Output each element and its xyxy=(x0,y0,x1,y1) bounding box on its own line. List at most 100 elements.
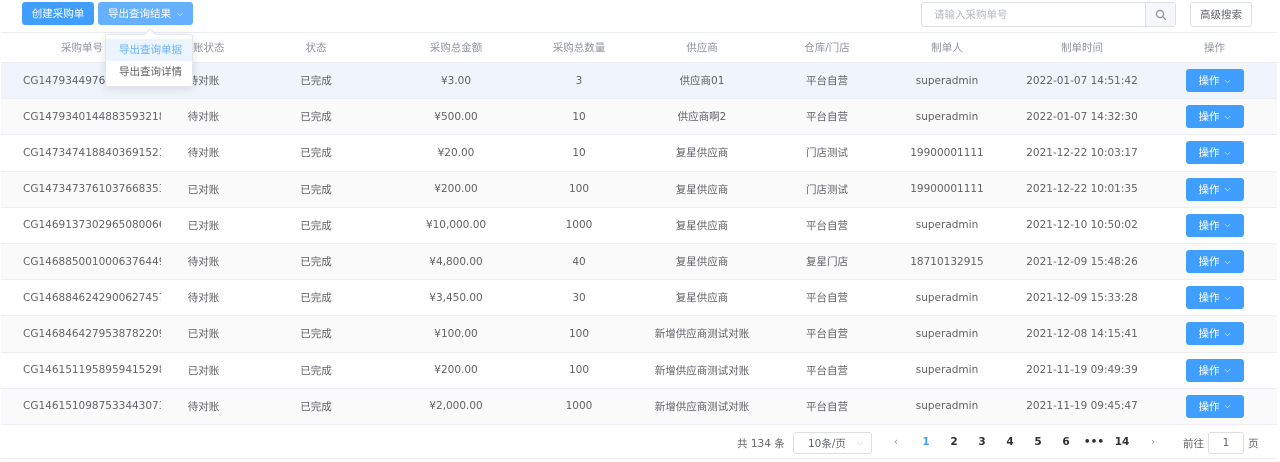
row-action-button[interactable]: 操作 ⌵ xyxy=(1185,105,1244,129)
row-action-button[interactable]: 操作 ⌵ xyxy=(1185,394,1244,418)
cell-supplier: 新增供应商测试对账 xyxy=(654,328,750,341)
create-purchase-order-button[interactable]: 创建采购单 xyxy=(22,2,94,25)
cell-create-time: 2021-12-10 10:50:02 xyxy=(1026,219,1138,232)
cell-total-amount: ¥200.00 xyxy=(434,364,478,377)
row-action-button[interactable]: 操作 ⌵ xyxy=(1185,322,1244,346)
cell-total-quantity: 1000 xyxy=(565,400,593,413)
chevron-down-icon: ⌵ xyxy=(1224,75,1231,85)
cell-reconcile-status: 待对账 xyxy=(187,256,220,269)
cell-reconcile-status: 待对账 xyxy=(187,111,220,124)
cell-actions: 操作 ⌵ xyxy=(1152,172,1277,207)
cell-warehouse-store: 平台自营 xyxy=(806,292,848,305)
page-6[interactable]: 6 xyxy=(1054,436,1078,448)
export-dropdown-menu: 导出查询单据 导出查询详情 xyxy=(105,28,193,87)
page-14[interactable]: 14 xyxy=(1110,436,1134,448)
cell-total-amount: ¥3,450.00 xyxy=(429,291,483,304)
cell-total-amount: ¥500.00 xyxy=(434,110,478,123)
cell-warehouse-store: 平台自营 xyxy=(806,75,848,88)
prev-page-button[interactable]: ‹ xyxy=(884,436,908,448)
cell-order-no: CG1479340144883593218 xyxy=(23,110,161,123)
search-input[interactable] xyxy=(922,3,1145,26)
cell-supplier: 复星供应商 xyxy=(675,219,729,232)
row-action-button[interactable]: 操作 ⌵ xyxy=(1185,69,1244,93)
row-action-button[interactable]: 操作 ⌵ xyxy=(1185,177,1244,201)
table-row[interactable]: CG1461510987533443073 待对账 已完成 ¥2,000.00 1000… xyxy=(1,388,1277,425)
header-total-quantity: 采购总数量 xyxy=(552,42,606,54)
cell-reconcile-status: 待对账 xyxy=(187,147,220,160)
cell-supplier: 供应商01 xyxy=(679,75,725,88)
row-action-label: 操作 xyxy=(1198,364,1220,377)
table-row[interactable]: CG1473473761037668353 已对账 已完成 ¥200.00 100 复星供… xyxy=(1,171,1277,208)
cell-total-quantity: 30 xyxy=(572,291,586,304)
row-action-button[interactable]: 操作 ⌵ xyxy=(1185,358,1244,382)
header-actions: 操作 xyxy=(1204,42,1225,54)
page-5[interactable]: 5 xyxy=(1026,436,1050,448)
table-row[interactable]: CG1473474188403691521 待对账 已完成 ¥20.00 10 复星供应商… xyxy=(1,135,1277,172)
chevron-down-icon: ⌵ xyxy=(1224,328,1231,338)
cell-supplier: 新增供应商测试对账 xyxy=(654,364,750,377)
row-action-button[interactable]: 操作 ⌵ xyxy=(1185,141,1244,165)
cell-order-no: CG1473474188403691521 xyxy=(23,146,161,159)
total-count: 共 134 条 xyxy=(737,438,785,450)
cell-actions: 操作 ⌵ xyxy=(1152,63,1277,98)
row-action-label: 操作 xyxy=(1198,292,1220,305)
cell-total-quantity: 10 xyxy=(572,146,586,159)
cell-warehouse-store: 复星门店 xyxy=(806,256,848,269)
cell-reconcile-status: 待对账 xyxy=(187,292,220,305)
row-action-label: 操作 xyxy=(1198,256,1220,269)
goto-unit: 页 xyxy=(1248,438,1259,450)
table-row[interactable]: CG1468846242900627457 待对账 已完成 ¥3,450.00 30 复星… xyxy=(1,280,1277,317)
table-row[interactable]: CG1461511958959415298 已对账 已完成 ¥200.00 100 新增供… xyxy=(1,353,1277,389)
table-row[interactable]: CG1479340144883593218 待对账 已完成 ¥500.00 10 供应商啊… xyxy=(1,99,1277,136)
cell-order-no: CG1468846242900627457 xyxy=(23,291,161,304)
next-page-button[interactable]: › xyxy=(1141,436,1165,448)
cell-status: 已完成 xyxy=(300,183,332,196)
chevron-down-icon: ⌵ xyxy=(1224,292,1231,302)
table-row[interactable]: CG1468850010006376449 待对账 已完成 ¥4,800.00 40 复星… xyxy=(1,243,1277,281)
row-action-label: 操作 xyxy=(1198,111,1220,124)
header-create-time: 制单时间 xyxy=(1061,42,1103,54)
cell-reconcile-status: 已对账 xyxy=(187,219,220,232)
cell-creator: superadmin xyxy=(915,364,979,377)
chevron-down-icon: ⌵ xyxy=(1224,256,1231,266)
page-size-select[interactable]: 10条/页 ⌵ xyxy=(793,432,872,454)
table-row[interactable]: CG1468464279538782209 已对账 已完成 ¥100.00 100 新增供… xyxy=(1,316,1277,353)
page-1[interactable]: 1 xyxy=(914,436,938,448)
page-3[interactable]: 3 xyxy=(970,436,994,448)
page-2[interactable]: 2 xyxy=(942,436,966,448)
cell-total-quantity: 100 xyxy=(568,183,590,196)
row-action-label: 操作 xyxy=(1198,147,1220,160)
cell-actions: 操作 ⌵ xyxy=(1152,389,1277,424)
pagination: 共 134 条 10条/页 ⌵ ‹ 1 2 3 4 5 6 ••• 14 › 前… xyxy=(0,432,1280,454)
search-button[interactable] xyxy=(1145,3,1175,26)
cell-total-quantity: 100 xyxy=(568,364,590,377)
row-action-label: 操作 xyxy=(1198,400,1220,413)
cell-warehouse-store: 平台自营 xyxy=(806,219,848,232)
cell-supplier: 复星供应商 xyxy=(675,183,729,196)
cell-status: 已完成 xyxy=(300,292,332,305)
header-status: 状态 xyxy=(305,42,327,54)
page-4[interactable]: 4 xyxy=(998,436,1022,448)
row-action-button[interactable]: 操作 ⌵ xyxy=(1185,213,1244,237)
cell-creator: 19900001111 xyxy=(910,183,984,196)
more-pages-button[interactable]: ••• xyxy=(1082,436,1106,448)
cell-create-time: 2022-01-07 14:32:30 xyxy=(1026,110,1138,123)
cell-status: 已完成 xyxy=(300,256,332,269)
export-query-documents-item[interactable]: 导出查询单据 xyxy=(106,39,192,61)
row-action-button[interactable]: 操作 ⌵ xyxy=(1185,250,1244,274)
goto-page-input[interactable]: 1 xyxy=(1208,432,1244,454)
cell-total-quantity: 100 xyxy=(568,327,590,340)
cell-warehouse-store: 平台自营 xyxy=(806,364,848,377)
cell-total-amount: ¥3.00 xyxy=(440,74,472,87)
export-results-button[interactable]: 导出查询结果 ⌵ xyxy=(98,2,193,25)
row-action-button[interactable]: 操作 ⌵ xyxy=(1185,286,1244,310)
cell-order-no: CG1473473761037668353 xyxy=(23,183,161,196)
cell-total-amount: ¥100.00 xyxy=(434,327,478,340)
table-row[interactable]: CG1469137302965080066 已对账 已完成 ¥10,000.00 100… xyxy=(1,208,1277,244)
advanced-search-button[interactable]: 高级搜索 xyxy=(1190,2,1252,27)
cell-total-amount: ¥200.00 xyxy=(434,183,478,196)
cell-total-quantity: 10 xyxy=(572,110,586,123)
header-creator: 制单人 xyxy=(931,42,963,54)
export-query-details-item[interactable]: 导出查询详情 xyxy=(106,61,192,83)
cell-creator: superadmin xyxy=(915,327,979,340)
